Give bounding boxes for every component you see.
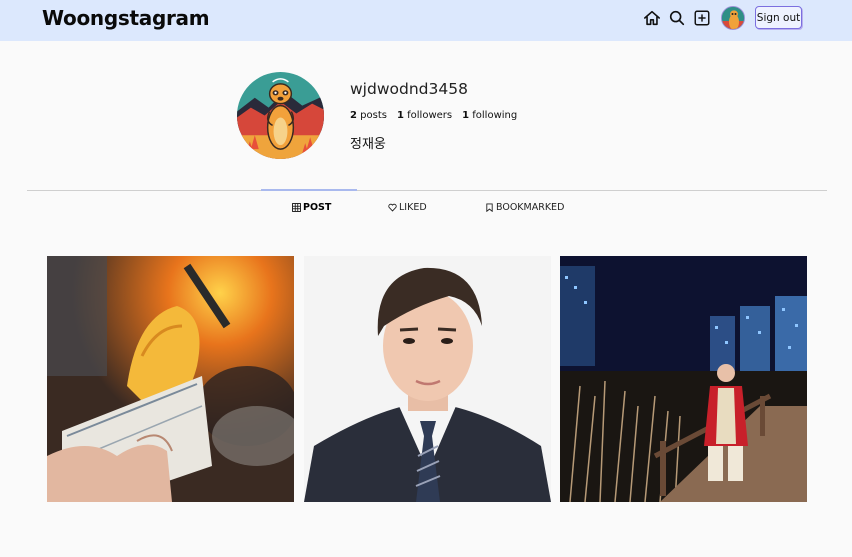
profile-full-name: 정재웅	[350, 137, 386, 152]
tab-liked[interactable]: LIKED	[388, 202, 427, 213]
following-stat[interactable]: 1 following	[462, 110, 517, 121]
active-tab-indicator	[261, 189, 357, 191]
post-thumbnail-2[interactable]	[304, 256, 551, 502]
bookmark-icon	[486, 203, 493, 212]
post-thumbnail-3[interactable]	[560, 256, 807, 502]
heart-icon	[388, 203, 397, 212]
app-logo[interactable]: Woongstagram	[42, 6, 210, 30]
home-icon[interactable]	[643, 9, 661, 27]
search-icon[interactable]	[668, 9, 686, 27]
following-label: following	[472, 110, 518, 121]
followers-label: followers	[407, 110, 453, 121]
meerkat-avatar-icon	[722, 7, 744, 29]
tab-bookmarked[interactable]: BOOKMARKED	[485, 202, 564, 213]
posts-label: posts	[360, 110, 387, 121]
sweet-potato-photo	[47, 256, 294, 502]
posts-count: 2	[350, 110, 357, 121]
portrait-photo	[304, 256, 551, 502]
profile-avatar	[237, 72, 324, 159]
post-thumbnail-1[interactable]	[47, 256, 294, 502]
top-navbar: Woongstagram Sign out	[0, 0, 852, 41]
sign-out-button[interactable]: Sign out	[755, 6, 802, 29]
followers-stat[interactable]: 1 followers	[397, 110, 452, 121]
tab-post-label: POST	[303, 202, 332, 213]
avatar[interactable]	[721, 6, 745, 30]
following-count: 1	[462, 110, 470, 121]
night-boardwalk-photo	[560, 256, 807, 502]
tab-post[interactable]: POST	[292, 202, 331, 213]
profile-stats: 2 posts 1 followers 1 following	[350, 110, 517, 121]
profile-divider	[27, 190, 827, 191]
add-post-icon[interactable]	[693, 9, 711, 27]
meerkat-illustration	[237, 72, 324, 159]
tab-liked-label: LIKED	[399, 202, 427, 213]
profile-username: wjdwodnd3458	[350, 80, 468, 98]
tab-bookmarked-label: BOOKMARKED	[496, 202, 565, 213]
followers-count: 1	[396, 110, 404, 121]
posts-stat[interactable]: 2 posts	[350, 110, 387, 121]
grid-icon	[292, 203, 301, 212]
